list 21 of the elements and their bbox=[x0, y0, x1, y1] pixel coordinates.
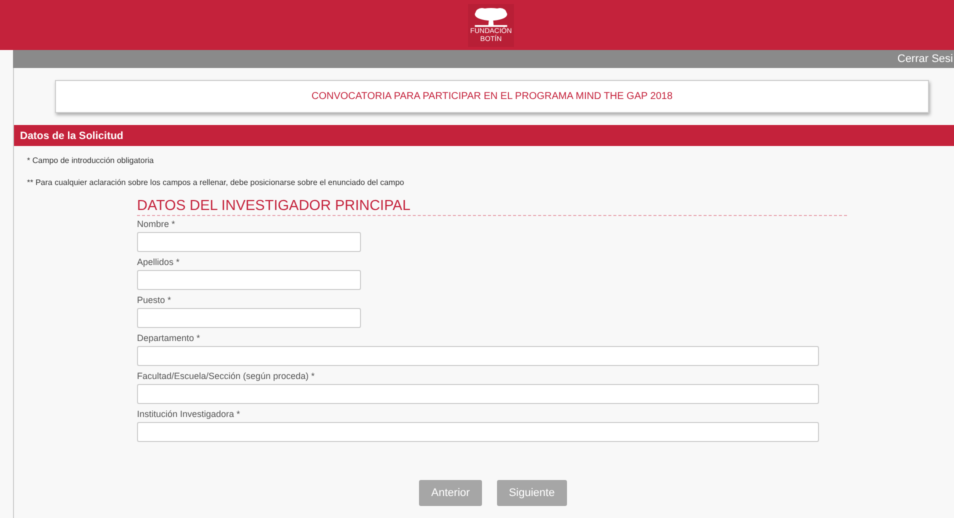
banner-title: CONVOCATORIA PARA PARTICIPAR EN EL PROGRAMA MIND THE GAP 2018 bbox=[311, 91, 673, 102]
field-label: Facultad/Escuela/Sección (según proceda) * bbox=[137, 370, 315, 382]
form-heading: DATOS DEL INVESTIGADOR PRINCIPAL bbox=[137, 197, 847, 216]
note-text: * Campo de introducción obligatoria bbox=[27, 156, 155, 165]
nav-button[interactable]: Siguiente bbox=[496, 480, 567, 506]
input-field[interactable] bbox=[137, 384, 819, 404]
field-label: Institución Investigadora * bbox=[137, 408, 240, 420]
input-field[interactable] bbox=[137, 270, 361, 290]
field-label: Apellidos * bbox=[137, 256, 180, 268]
field-label: Departamento * bbox=[137, 332, 200, 344]
field-label: Puesto * bbox=[137, 294, 172, 306]
input-field[interactable] bbox=[137, 422, 819, 442]
tree-icon bbox=[473, 6, 509, 28]
logout-link[interactable]: Cerrar Sesi bbox=[897, 50, 953, 68]
input-field[interactable] bbox=[137, 346, 819, 366]
nav-button[interactable]: Anterior bbox=[419, 480, 482, 506]
input-field[interactable] bbox=[137, 232, 361, 252]
note-text: ** Para cualquier aclaración sobre los campos a rellenar, debe posicionarse sobre el enunciado del campo bbox=[27, 178, 406, 187]
input-field[interactable] bbox=[137, 308, 361, 328]
field-label: Nombre * bbox=[137, 218, 176, 230]
section-title: Datos de la Solicitud bbox=[20, 130, 124, 142]
